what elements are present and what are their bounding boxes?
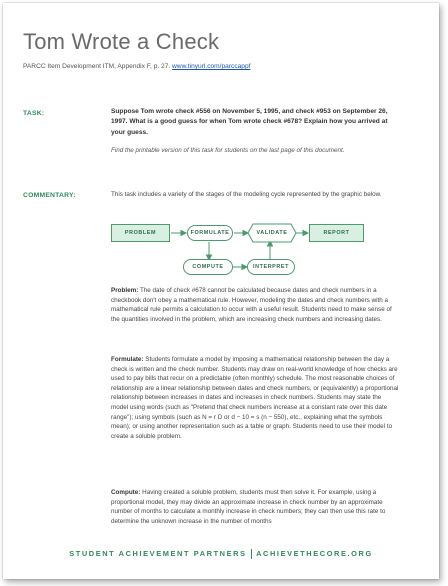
task-block: Suppose Tom wrote check #556 on November… [111, 107, 399, 156]
printable-note: Find the printable version of this task … [111, 147, 345, 155]
footer-divider [250, 549, 253, 560]
source-link[interactable]: www.tinyurl.com/parccappf [172, 63, 250, 70]
formulate-text: Students formulate a model by imposing a… [111, 356, 399, 440]
source-line: PARCC Item Development ITM, Appendix F, … [23, 63, 250, 70]
footer-site[interactable]: ACHIEVETHECORE.ORG [256, 549, 373, 558]
compute-heading: Compute: [111, 489, 141, 496]
footer-org: STUDENT ACHIEVEMENT PARTNERS [69, 549, 247, 558]
problem-text: The date of check #678 cannot be calcula… [111, 287, 392, 323]
problem-box: PROBLEM [111, 224, 170, 242]
compute-node: COMPUTE [183, 259, 233, 275]
commentary-intro: This task includes a variety of the stag… [111, 191, 382, 198]
report-box: REPORT [309, 224, 364, 242]
interpret-node: INTERPRET [247, 259, 295, 275]
formulate-paragraph: Formulate: Students formulate a model by… [111, 355, 399, 441]
validate-label: VALIDATE [256, 230, 288, 236]
formulate-node: FORMULATE [187, 225, 233, 241]
compute-paragraph: Compute: Having created a soluble proble… [111, 488, 399, 526]
modeling-cycle-diagram: PROBLEM FORMULATE VALIDATE REPORT COMPUT… [111, 221, 411, 279]
page-title: Tom Wrote a Check [23, 29, 220, 54]
formulate-heading: Formulate: [111, 356, 144, 363]
source-text: PARCC Item Development ITM, Appendix F, … [23, 63, 171, 70]
problem-paragraph: Problem: The date of check #678 cannot b… [111, 286, 399, 324]
compute-text: Having created a soluble problem, studen… [111, 489, 386, 525]
document-page: Tom Wrote a Check PARCC Item Development… [3, 3, 439, 579]
footer: STUDENT ACHIEVEMENT PARTNERS ACHIEVETHECO… [3, 549, 439, 560]
commentary-label: COMMENTARY: [23, 192, 76, 199]
task-question: Suppose Tom wrote check #556 on November… [111, 108, 388, 136]
problem-heading: Problem: [111, 287, 139, 294]
task-label: TASK: [23, 110, 45, 117]
